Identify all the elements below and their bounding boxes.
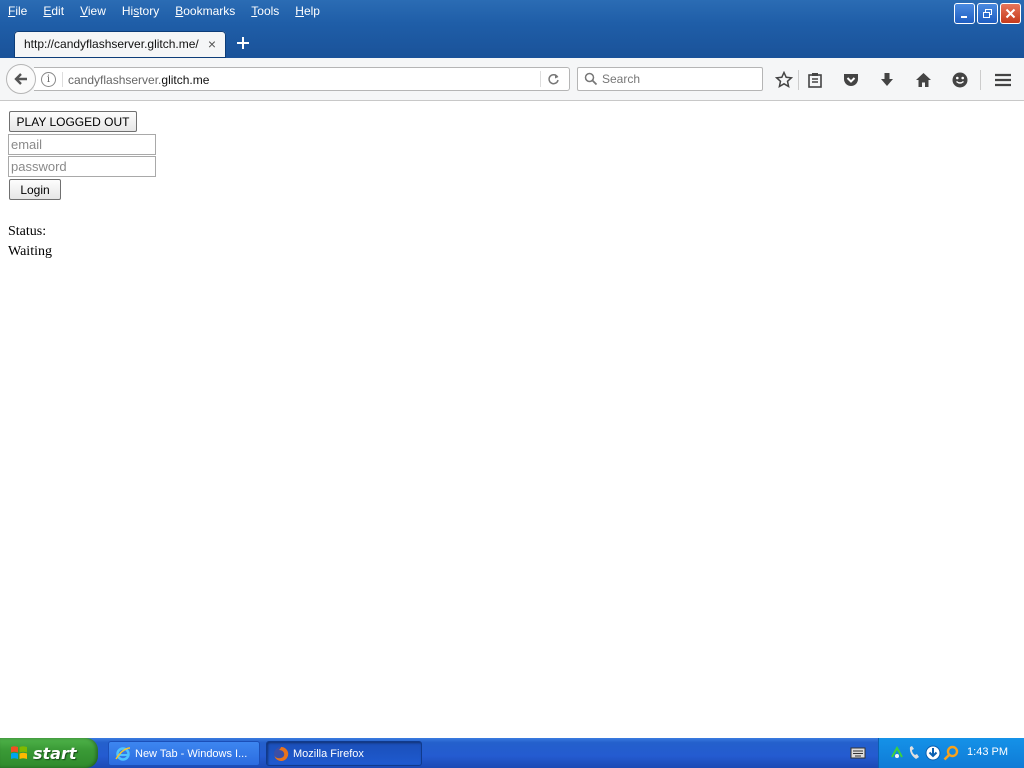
menu-history[interactable]: History bbox=[114, 0, 167, 22]
ie-icon bbox=[115, 746, 131, 761]
start-button[interactable]: start bbox=[0, 738, 98, 768]
system-tray: 1:43 PM bbox=[878, 738, 1024, 768]
network-icon[interactable] bbox=[889, 745, 905, 761]
minimize-button[interactable] bbox=[954, 3, 975, 24]
bookmark-star-button[interactable] bbox=[774, 70, 794, 90]
password-field[interactable] bbox=[8, 156, 156, 177]
tab-close-icon[interactable]: × bbox=[208, 36, 216, 52]
menu-help[interactable]: Help bbox=[287, 0, 328, 22]
url-divider bbox=[62, 72, 63, 87]
hamburger-icon bbox=[995, 73, 1011, 87]
download-arrow-icon bbox=[881, 73, 893, 86]
arrow-left-icon bbox=[14, 73, 27, 85]
clipboard-icon bbox=[808, 73, 822, 88]
restore-button[interactable] bbox=[977, 3, 998, 24]
pocket-icon bbox=[844, 74, 858, 86]
tab-title: http://candyflashserver.glitch.me/ bbox=[24, 37, 199, 51]
window-titlebar: File Edit View History Bookmarks Tools H… bbox=[0, 0, 1024, 58]
url-bar[interactable]: i candyflashserver.glitch.me bbox=[34, 67, 570, 91]
menu-button[interactable] bbox=[993, 70, 1013, 90]
back-button[interactable] bbox=[6, 64, 36, 94]
start-label: start bbox=[33, 743, 77, 763]
feedback-button[interactable] bbox=[950, 70, 970, 90]
window-controls bbox=[954, 3, 1021, 24]
reload-icon bbox=[547, 73, 559, 84]
login-button[interactable]: Login bbox=[9, 179, 61, 200]
status-label: Status: bbox=[8, 224, 47, 239]
url-text[interactable]: candyflashserver.glitch.me bbox=[68, 73, 209, 87]
downloads-button[interactable] bbox=[877, 70, 897, 90]
home-button[interactable] bbox=[913, 70, 933, 90]
page-content: PLAY LOGGED OUT Login Status: Waiting bbox=[0, 101, 1024, 737]
minimize-icon bbox=[961, 16, 967, 18]
tab-active[interactable]: http://candyflashserver.glitch.me/ × bbox=[14, 31, 226, 58]
reload-button[interactable] bbox=[540, 71, 565, 87]
phone-icon[interactable] bbox=[907, 745, 923, 761]
pocket-button[interactable] bbox=[841, 70, 861, 90]
taskbar-item-ie[interactable]: New Tab - Windows I... bbox=[108, 741, 260, 766]
firefox-icon bbox=[274, 746, 289, 761]
keyboard-icon[interactable] bbox=[850, 746, 866, 760]
download-icon[interactable] bbox=[925, 745, 941, 761]
search-icon bbox=[584, 72, 598, 86]
taskbar-item-label: Mozilla Firefox bbox=[293, 747, 364, 760]
taskbar-item-firefox[interactable]: Mozilla Firefox bbox=[266, 741, 422, 766]
search-tray-icon[interactable] bbox=[943, 745, 959, 761]
taskbar-item-label: New Tab - Windows I... bbox=[135, 747, 248, 760]
info-icon[interactable]: i bbox=[41, 72, 56, 87]
search-bar[interactable] bbox=[577, 67, 763, 91]
play-logged-out-button[interactable]: PLAY LOGGED OUT bbox=[9, 111, 137, 132]
plus-icon bbox=[237, 37, 249, 49]
windows-logo-icon bbox=[11, 746, 27, 759]
status-value: Waiting bbox=[8, 244, 52, 259]
clock[interactable]: 1:43 PM bbox=[967, 746, 1008, 758]
new-tab-button[interactable] bbox=[234, 34, 252, 52]
smiley-icon bbox=[952, 72, 968, 88]
menu-tools[interactable]: Tools bbox=[243, 0, 287, 22]
nav-toolbar: i candyflashserver.glitch.me bbox=[0, 58, 1024, 101]
toolbar-divider bbox=[798, 70, 799, 90]
menu-bar: File Edit View History Bookmarks Tools H… bbox=[0, 0, 328, 22]
home-icon bbox=[915, 73, 931, 87]
menu-view[interactable]: View bbox=[72, 0, 114, 22]
email-field[interactable] bbox=[8, 134, 156, 155]
menu-edit[interactable]: Edit bbox=[35, 0, 72, 22]
taskbar: start New Tab - Windows I... Mozilla Fir… bbox=[0, 738, 1024, 768]
menu-file[interactable]: File bbox=[0, 0, 35, 22]
reading-list-button[interactable] bbox=[805, 70, 825, 90]
search-input[interactable] bbox=[602, 70, 758, 88]
close-icon bbox=[1005, 8, 1016, 19]
restore-icon bbox=[983, 9, 992, 18]
close-window-button[interactable] bbox=[1000, 3, 1021, 24]
toolbar-divider bbox=[980, 70, 981, 90]
menu-bookmarks[interactable]: Bookmarks bbox=[167, 0, 243, 22]
star-icon bbox=[775, 71, 793, 89]
